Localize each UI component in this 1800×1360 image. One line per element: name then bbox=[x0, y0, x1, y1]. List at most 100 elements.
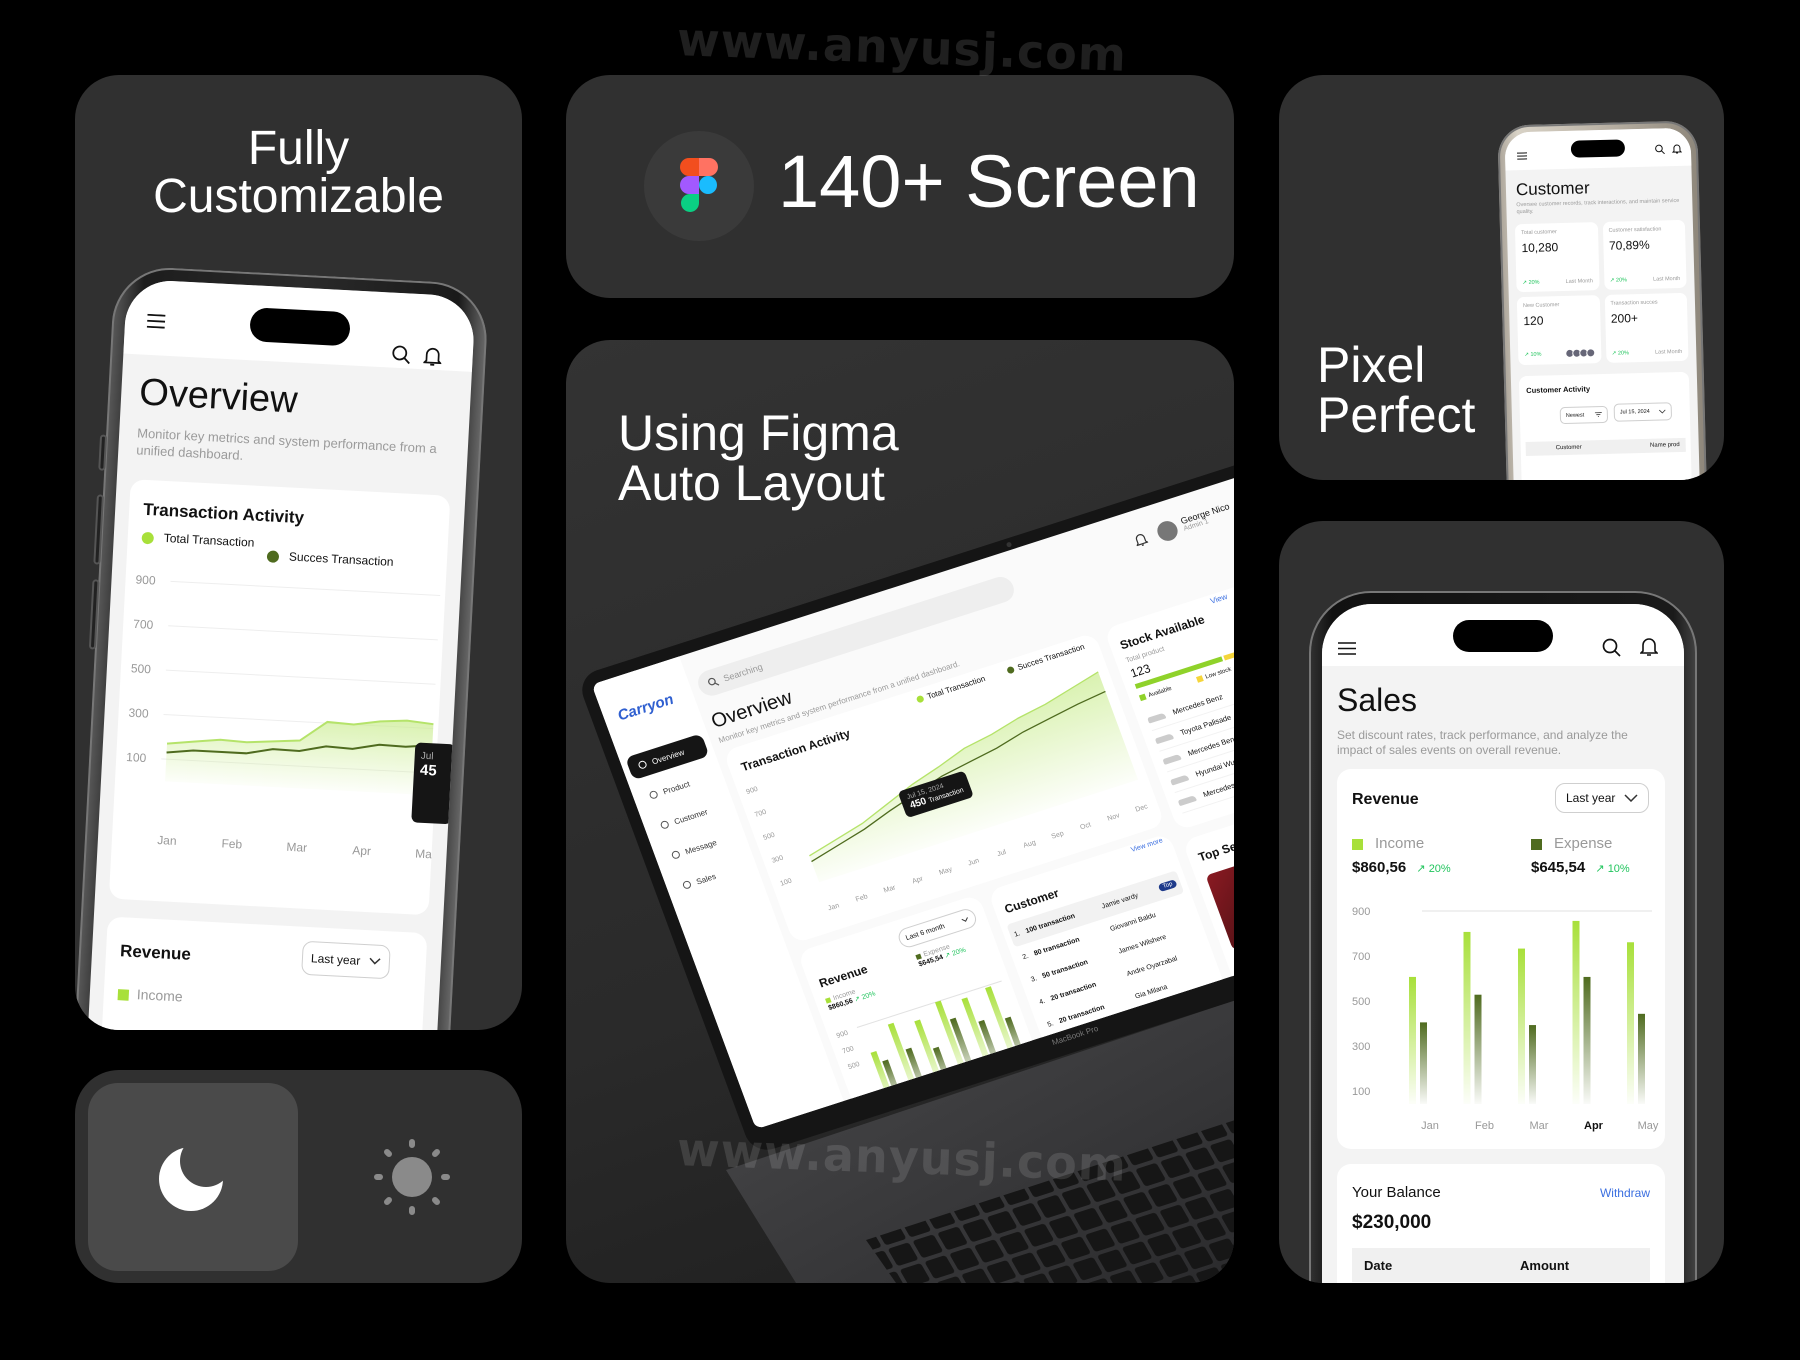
bell-icon[interactable] bbox=[1133, 532, 1149, 548]
card-title: Your Balance bbox=[1352, 1184, 1441, 1201]
menu-icon[interactable] bbox=[1516, 152, 1528, 160]
stat-value: 200+ bbox=[1610, 311, 1639, 326]
car-icon bbox=[1154, 732, 1174, 744]
stat-trend: ↗ 20% bbox=[1611, 350, 1630, 357]
view-more-link[interactable]: View more bbox=[1130, 837, 1164, 854]
dynamic-island bbox=[1570, 139, 1626, 158]
legend-label: Available bbox=[1147, 685, 1173, 699]
withdraw-link[interactable]: Withdraw bbox=[1600, 1186, 1650, 1200]
x-tick-label: Jan bbox=[157, 833, 177, 848]
customizable-card: Fully Customizable Overview Monitor key … bbox=[75, 75, 522, 1030]
x-tick-label: Feb bbox=[855, 893, 869, 903]
expense-summary: $645,54 ↗ 10% bbox=[1531, 859, 1630, 876]
phone-side-button bbox=[98, 434, 108, 471]
x-tick-label: Aug bbox=[1023, 839, 1037, 849]
avatar[interactable] bbox=[1154, 518, 1181, 544]
sort-filter-button[interactable]: Newest bbox=[1559, 405, 1609, 425]
y-tick-label: 300 bbox=[1352, 1041, 1370, 1053]
bar-income bbox=[1518, 948, 1525, 1104]
page-title: Sales bbox=[1337, 682, 1418, 718]
legend-success: Succes Transaction bbox=[1006, 642, 1086, 675]
phone-screen: Sales Set discount rates, track performa… bbox=[1322, 604, 1684, 1283]
period-dropdown[interactable]: Last year bbox=[1555, 783, 1649, 813]
bell-icon[interactable] bbox=[1640, 637, 1658, 657]
bell-icon[interactable] bbox=[1671, 143, 1683, 154]
y-tick-label: 100 bbox=[779, 878, 793, 888]
x-tick-label: Jun bbox=[967, 857, 980, 867]
expense-summary: Expense $645,54 ↗ 20% bbox=[915, 939, 967, 968]
search-icon[interactable] bbox=[391, 345, 412, 366]
card-title: Revenue bbox=[119, 941, 192, 964]
phone-screen: Overview Monitor key metrics and system … bbox=[83, 278, 476, 1030]
y-tick-label: 700 bbox=[841, 1045, 855, 1055]
y-tick-label: 500 bbox=[847, 1061, 861, 1071]
stock-level-bar bbox=[1134, 638, 1234, 689]
legend-square-icon bbox=[1352, 838, 1363, 850]
stat-value: 120 bbox=[1523, 313, 1544, 329]
y-tick-label: 500 bbox=[131, 661, 152, 676]
tooltip-value: 45 bbox=[419, 761, 438, 780]
search-placeholder: Searching bbox=[721, 661, 765, 684]
avatar-group bbox=[1564, 348, 1595, 359]
stat-card: New Customer 120 ↗ 10% bbox=[1516, 295, 1602, 366]
dark-mode-button[interactable] bbox=[88, 1083, 298, 1271]
chevron-down-icon bbox=[369, 957, 381, 965]
stock-list: Mercedes Benz Toyota Palisade Mercedes Ben… bbox=[1144, 663, 1234, 814]
sidebar-item-label: Message bbox=[683, 837, 718, 856]
sidebar-item-label: Sales bbox=[694, 871, 718, 886]
gridline bbox=[168, 625, 438, 641]
autolayout-card: Using Figma Auto Layout Carryon Overview… bbox=[566, 340, 1234, 1283]
y-tick-label: 100 bbox=[126, 750, 147, 765]
x-tick-label: Feb bbox=[1475, 1120, 1494, 1132]
legend-income: Income bbox=[1352, 835, 1424, 852]
income-summary: $860,56 ↗ 20% bbox=[1352, 859, 1451, 876]
x-tick-label: Oct bbox=[1079, 821, 1092, 831]
menu-icon[interactable] bbox=[1338, 642, 1356, 655]
x-tick-label: May bbox=[938, 866, 953, 877]
search-icon[interactable] bbox=[1602, 638, 1622, 658]
menu-icon[interactable] bbox=[146, 313, 166, 329]
bar-income bbox=[1463, 931, 1471, 1104]
view-all-link[interactable]: View bbox=[1209, 592, 1229, 606]
legend-label: Low stock bbox=[1204, 666, 1233, 681]
compass-icon bbox=[637, 759, 648, 770]
pixel-title: Pixel Perfect bbox=[1317, 340, 1475, 440]
income-value: $860,56 bbox=[1352, 859, 1407, 876]
column-header: Name prod bbox=[1649, 442, 1680, 449]
legend-low: Low stock bbox=[1195, 666, 1233, 683]
y-tick-label: 500 bbox=[762, 832, 776, 842]
x-tick-label: Apr bbox=[1584, 1120, 1604, 1132]
legend-dot-icon bbox=[1006, 666, 1016, 675]
legend-square-icon bbox=[1138, 693, 1147, 702]
trend-value: 20% bbox=[1615, 277, 1628, 284]
search-icon[interactable] bbox=[1655, 144, 1665, 155]
x-tick-label: Apr bbox=[352, 843, 371, 858]
x-tick-label: Mar bbox=[883, 884, 898, 894]
period-dropdown[interactable]: Last year bbox=[301, 940, 391, 980]
date-dropdown[interactable]: Jul 15, 2024 bbox=[1613, 402, 1673, 422]
legend-income: Income bbox=[117, 985, 183, 1005]
column-header: Date bbox=[1364, 1257, 1393, 1273]
stat-footer: ↗ 20% Last Month bbox=[1610, 276, 1681, 284]
camera-icon bbox=[1005, 541, 1013, 548]
light-mode-button[interactable] bbox=[357, 1122, 467, 1232]
search-icon bbox=[708, 677, 720, 686]
table-header: Customer Name prod bbox=[1525, 437, 1686, 457]
page-subtitle: Oversee customer records, track interact… bbox=[1516, 197, 1680, 216]
y-tick-label: 900 bbox=[836, 1030, 850, 1040]
filter-icon bbox=[1594, 412, 1602, 418]
brand-logo: Carryon bbox=[615, 690, 676, 725]
bar-expense bbox=[1420, 1022, 1427, 1104]
period-dropdown[interactable]: Last 6 month bbox=[895, 906, 979, 950]
dynamic-island bbox=[1453, 620, 1553, 652]
users-icon bbox=[659, 819, 670, 830]
figma-logo-icon bbox=[680, 158, 718, 212]
stat-period: Last Month bbox=[1653, 275, 1681, 283]
chevron-down-icon bbox=[1624, 794, 1638, 802]
stat-trend: ↗ 10% bbox=[1524, 351, 1542, 358]
bell-icon[interactable] bbox=[423, 346, 443, 367]
legend-label: Total Transaction bbox=[163, 530, 255, 550]
column-header: Customer bbox=[1555, 444, 1582, 452]
screens-card: 140+ Screen bbox=[566, 75, 1234, 298]
customizable-title: Fully Customizable bbox=[75, 125, 522, 221]
